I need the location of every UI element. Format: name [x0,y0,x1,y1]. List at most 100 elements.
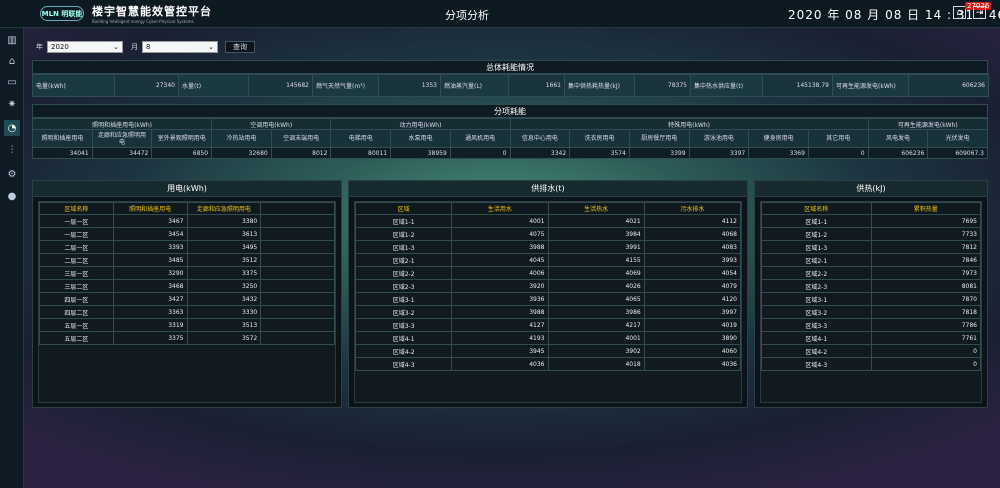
table-cell: 3513 [186,318,262,332]
table-row: 区域2-1 4045 4155 3993 [354,253,742,267]
home-icon[interactable]: ⌂ [4,53,20,69]
overall-value: 145138.79 [762,74,833,97]
table-cell [260,240,335,254]
sliders-icon[interactable]: ⫶ [4,142,20,158]
table-cell: 3495 [186,240,262,254]
subitem-group: 照明和插座用电(kWh) [31,118,213,130]
table-row: 区域2-2 4006 4069 4054 [354,266,742,280]
table-cell: 4193 [451,331,549,345]
subitem-value: 34041 [32,147,93,159]
subitem-group: 可再生能源发电(kWh) [867,118,989,130]
table-cell: 4060 [643,344,742,358]
pie-icon[interactable]: ◔ [4,120,20,136]
chevron-down-icon: ⌄ [113,43,119,51]
table-cell: 7812 [870,240,981,254]
heat-table: 区域名称 累积热量 区域1-1 7695 区域1-2 7733 区域1-3 7812 区域2-1… [761,202,981,371]
table-row: 三层二区 3468 3250 [39,279,335,293]
table-cell: 区域3-2 [761,305,872,319]
table-row: 区域3-3 7786 [761,318,981,332]
query-button[interactable]: 查询 [225,41,255,53]
table-cell: 4006 [451,266,549,280]
table-row: 区域3-2 7818 [761,305,981,319]
table-cell: 区域1-3 [761,240,872,254]
table-cell [260,266,335,280]
table-cell: 五层二区 [39,331,114,345]
table-cell: 区域2-1 [761,253,872,267]
table-cell [260,318,335,332]
app-title: 楼宇智慧能效管控平台 [92,5,212,18]
monitor-icon[interactable]: ▭ [4,74,20,90]
overall-value: 1353 [378,74,441,97]
table-cell: 3512 [186,253,262,267]
table-row: 区域3-1 7870 [761,292,981,306]
table-cell: 4068 [643,227,742,241]
table-cell: 区域1-1 [761,214,872,228]
table-cell: 4036 [451,357,549,371]
column-header: 污水排水 [643,202,742,215]
column-header: 区域名称 [39,202,114,215]
table-row: 区域3-2 3988 3986 3997 [354,305,742,319]
subitem-value: 38959 [390,147,451,159]
table-cell: 4045 [451,253,549,267]
table-cell: 4019 [643,318,742,332]
table-cell: 7733 [870,227,981,241]
table-cell [260,305,335,319]
subitem-header: 厨房餐厅用电 [628,129,690,148]
table-cell: 3380 [186,214,262,228]
alarm-icon[interactable]: ✷ [4,96,20,112]
table-cell: 区域4-2 [354,344,453,358]
table-cell: 7695 [870,214,981,228]
electric-title: 用电(kWh) [33,181,341,197]
table-cell: 3330 [186,305,262,319]
column-header: 照明和插座用电 [112,202,188,215]
gear-icon[interactable]: ⚙ [4,166,20,182]
overall-value: 27340 [114,74,179,97]
exit-icon[interactable]: ⇥ [973,6,986,19]
month-select[interactable]: 8 ⌄ [142,41,218,53]
column-header: 生活热水 [547,202,645,215]
table-row: 区域1-2 4075 3984 4068 [354,227,742,241]
table-cell: 3984 [547,227,645,241]
table-cell: 3997 [643,305,742,319]
subitem-value: 32680 [211,147,272,159]
heat-title: 供热(kJ) [755,181,987,197]
subitem-header: 其它用电 [807,129,869,148]
table-cell: 4079 [643,279,742,293]
table-cell: 7786 [870,318,981,332]
year-label: 年 [36,43,43,51]
column-header: 区域名称 [761,202,872,215]
table-cell: 7846 [870,253,981,267]
column-header: 区域 [354,202,453,215]
overall-label: 电量(kWh) [32,74,115,97]
table-row: 区域3-3 4127 4217 4019 [354,318,742,332]
subitem-group: 动力用电(kWh) [330,118,511,130]
user-icon[interactable]: ● [4,188,20,204]
table-cell: 4120 [643,292,742,306]
table-cell: 4065 [547,292,645,306]
table-row: 一层二区 3454 3613 [39,227,335,241]
overall-label: 水量(t) [178,74,249,97]
subitem-value: 606236 [867,147,929,159]
subitem-value: 0 [449,147,511,159]
table-cell [260,331,335,345]
table-row: 四层二区 3363 3330 [39,305,335,319]
page-title: 分项分析 [445,9,489,22]
subitem-header: 风电发电 [867,129,929,148]
subitem-header: 游泳池用电 [688,129,750,148]
subitem-value: 34472 [91,147,153,159]
heat-panel: 供热(kJ) 区域名称 累积热量 区域1-1 7695 区域1-2 7733 区域1-3 78… [754,180,988,408]
table-cell [260,214,335,228]
table-cell: 3432 [186,292,262,306]
table-cell [260,279,335,293]
table-cell: 四层一区 [39,292,114,306]
building-icon[interactable]: ▥ [4,32,20,48]
table-row: 二层一区 3393 3495 [39,240,335,254]
table-cell: 3988 [451,240,549,254]
table-cell: 4083 [643,240,742,254]
column-header: 累积热量 [870,202,981,215]
table-row: 区域1-1 4001 4021 4112 [354,214,742,228]
column-header [260,202,335,215]
year-select[interactable]: 2020 ⌄ [47,41,123,53]
table-row: 区域1-2 7733 [761,227,981,241]
table-cell: 4026 [547,279,645,293]
